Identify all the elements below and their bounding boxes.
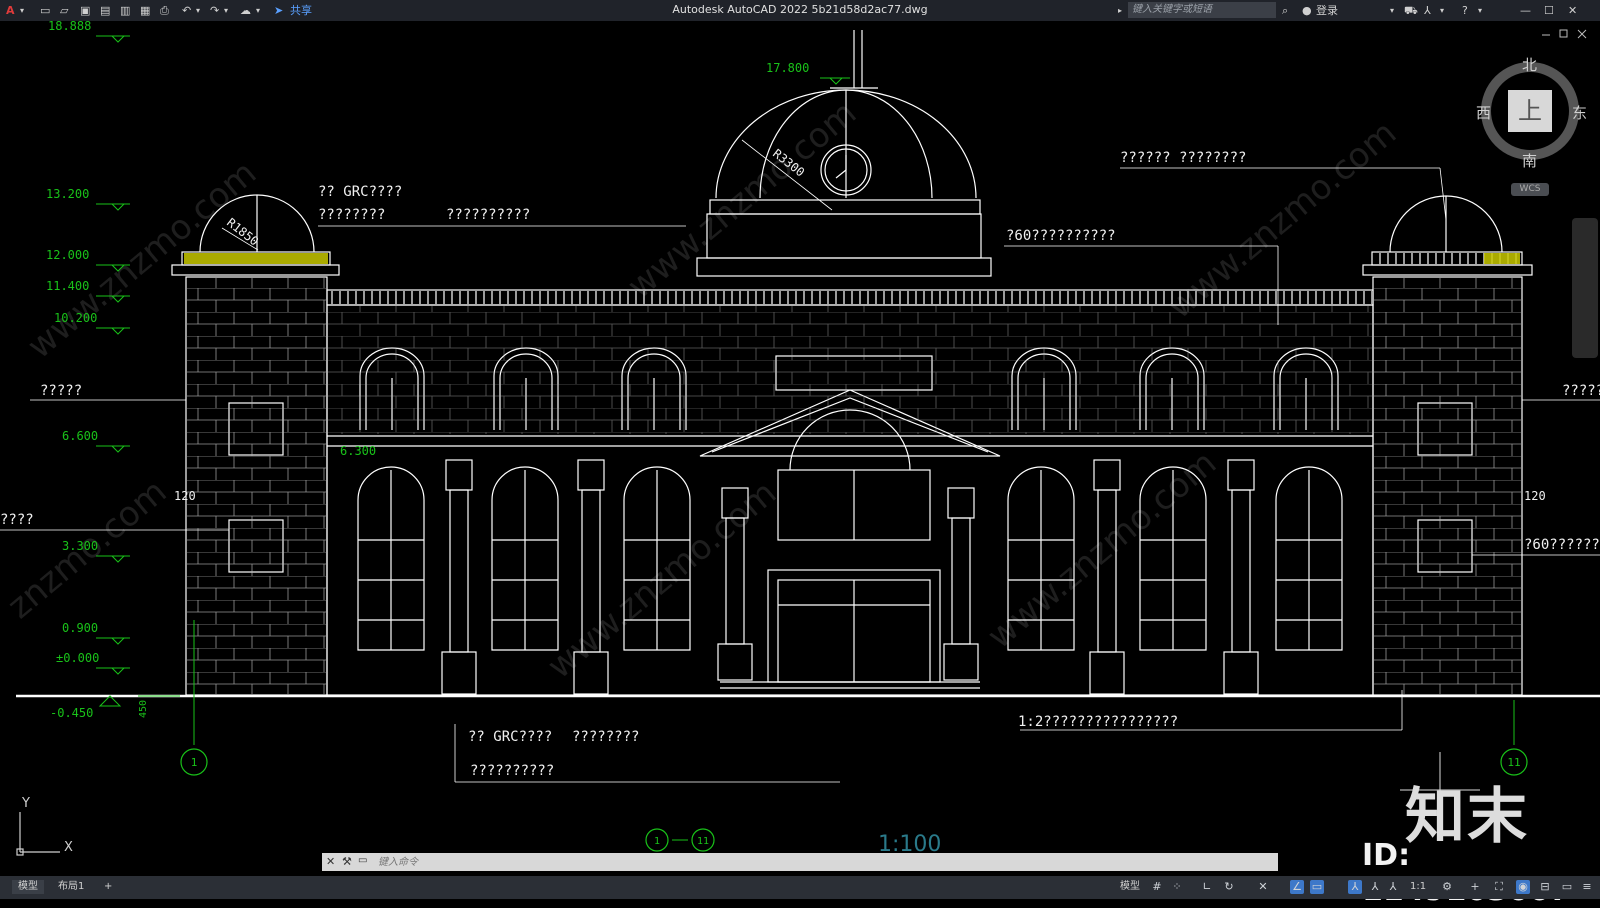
svg-text:6.600: 6.600: [62, 429, 98, 443]
apps-dropdown-icon[interactable]: ▾: [1440, 3, 1444, 18]
tab-layout1[interactable]: 布局1: [52, 880, 90, 894]
svg-text:13.200: 13.200: [46, 187, 89, 201]
graphics-performance-icon[interactable]: ⊟: [1538, 880, 1552, 894]
svg-text:17.800: 17.800: [766, 61, 809, 75]
user-icon[interactable]: ●: [1302, 3, 1312, 18]
svg-text:11: 11: [697, 836, 709, 847]
svg-text:12.000: 12.000: [46, 248, 89, 262]
wcs-menu[interactable]: WCS: [1511, 183, 1549, 196]
right-tower-highlight: [1484, 253, 1520, 264]
window-title: Autodesk AutoCAD 2022 5b21d58d2ac77.dwg: [672, 3, 928, 16]
svg-text:?? GRC????: ?? GRC????: [318, 184, 402, 200]
left-tower-brick: [187, 278, 326, 694]
units-icon[interactable]: ⛶: [1492, 880, 1506, 894]
grid-icon[interactable]: #: [1150, 880, 1164, 894]
login-button[interactable]: 登录: [1316, 3, 1338, 18]
auto-scale-icon[interactable]: ⅄: [1368, 880, 1382, 894]
drawing-canvas[interactable]: www.znzmo.com www.znzmo.com www.znzmo.co…: [0, 21, 1600, 876]
svg-text:1: 1: [654, 836, 660, 847]
cart-icon[interactable]: ⛟: [1404, 3, 1418, 18]
clean-screen-icon[interactable]: ▭: [1560, 880, 1574, 894]
search-input[interactable]: 键入关键字或短语: [1128, 2, 1276, 18]
svg-text:120: 120: [1524, 489, 1546, 503]
navigation-bar[interactable]: [1572, 218, 1598, 358]
snap-icon[interactable]: ⁘: [1170, 880, 1184, 894]
command-history-icon[interactable]: ▭: [358, 855, 367, 866]
minimize-icon[interactable]: —: [1520, 3, 1531, 18]
svg-text:1:2????????????????: 1:2????????????????: [1018, 714, 1178, 730]
main-body-brick: [328, 306, 1372, 434]
svg-text:?????: ?????: [1562, 383, 1600, 399]
tab-model[interactable]: 模型: [12, 880, 44, 894]
svg-text:10.200: 10.200: [54, 311, 97, 325]
help-icon[interactable]: ?: [1462, 3, 1468, 18]
compass-north[interactable]: 北: [1522, 54, 1537, 75]
command-line: ✕ ⚒ ▭: [322, 853, 1278, 871]
annotation-scale-value[interactable]: 1:1: [1404, 880, 1432, 894]
workspace-gear-icon[interactable]: ⚙: [1440, 880, 1454, 894]
customization-menu-icon[interactable]: ≡: [1580, 880, 1594, 894]
svg-text:????????: ????????: [572, 729, 639, 745]
left-tower-railing: [184, 253, 328, 264]
ucs-x-label: X: [64, 840, 73, 855]
autodesk-app-icon[interactable]: ⅄: [1424, 3, 1431, 18]
svg-text:120: 120: [174, 489, 196, 503]
search-icon[interactable]: ⌕: [1282, 3, 1288, 18]
svg-text:3.300: 3.300: [62, 539, 98, 553]
svg-text:?? GRC????: ?? GRC????: [468, 729, 552, 745]
ucs-y-label: Y: [22, 796, 30, 811]
status-bar: 模型 布局1 + 模型 # ⁘ ∟ ↻ ✕ ∠ ▭ ⅄ ⅄ ⅄ 1:1 ⚙ + …: [0, 876, 1600, 899]
svg-text:?60??????: ?60??????: [1524, 537, 1600, 553]
svg-text:??????????: ??????????: [446, 207, 530, 223]
svg-text:18.888: 18.888: [48, 21, 91, 33]
svg-text:11.400: 11.400: [46, 279, 89, 293]
right-tower-brick: [1374, 278, 1521, 694]
annotation-visibility-icon[interactable]: ⅄: [1348, 880, 1362, 894]
svg-text:??????????: ??????????: [470, 763, 554, 779]
command-input[interactable]: [370, 853, 1270, 871]
compass-east[interactable]: 东: [1572, 102, 1587, 123]
object-snap-icon[interactable]: ▭: [1310, 880, 1324, 894]
ortho-icon[interactable]: ∟: [1200, 880, 1214, 894]
polar-icon[interactable]: ↻: [1222, 880, 1236, 894]
command-customize-icon[interactable]: ⚒: [342, 855, 352, 868]
isolate-objects-icon[interactable]: ◉: [1516, 880, 1530, 894]
isodraft-icon[interactable]: ✕: [1256, 880, 1270, 894]
login-dropdown-icon[interactable]: ▾: [1390, 3, 1394, 18]
compass-south[interactable]: 南: [1522, 150, 1537, 171]
svg-text:-0.450: -0.450: [50, 706, 93, 720]
svg-text:1: 1: [191, 756, 198, 769]
roof-balustrade: [328, 291, 1372, 304]
object-snap-track-icon[interactable]: ∠: [1290, 880, 1304, 894]
dim-450: 450: [138, 700, 149, 718]
command-close-icon[interactable]: ✕: [326, 855, 335, 868]
maximize-icon[interactable]: ☐: [1544, 3, 1554, 18]
title-bar: A ▾ ▭ ▱ ▣ ▤ ▥ ▦ ⎙ ↶ ▾ ↷ ▾ ☁ ▾ ➤ 共享 Autod…: [0, 0, 1600, 21]
svg-text:?????? ????????: ?????? ????????: [1120, 150, 1246, 166]
svg-text:????: ????: [0, 512, 34, 528]
close-icon[interactable]: ✕: [1568, 3, 1577, 18]
svg-text:????????: ????????: [318, 207, 385, 223]
svg-text:0.900: 0.900: [62, 621, 98, 635]
svg-text:6.300: 6.300: [340, 444, 376, 458]
add-layout-tab[interactable]: +: [98, 880, 118, 894]
compass-west[interactable]: 西: [1476, 102, 1491, 123]
help-dropdown-icon[interactable]: ▾: [1478, 3, 1482, 18]
svg-text:?????: ?????: [40, 383, 82, 399]
viewcube-top-face[interactable]: 上: [1508, 90, 1552, 132]
annotation-scale-icon[interactable]: ⅄: [1386, 880, 1400, 894]
annotation-monitor-icon[interactable]: +: [1468, 880, 1482, 894]
search-expand-icon[interactable]: ▸: [1118, 3, 1122, 18]
svg-text:?60??????????: ?60??????????: [1006, 228, 1116, 244]
model-space-button[interactable]: 模型: [1114, 880, 1146, 894]
svg-text:±0.000: ±0.000: [56, 651, 99, 665]
